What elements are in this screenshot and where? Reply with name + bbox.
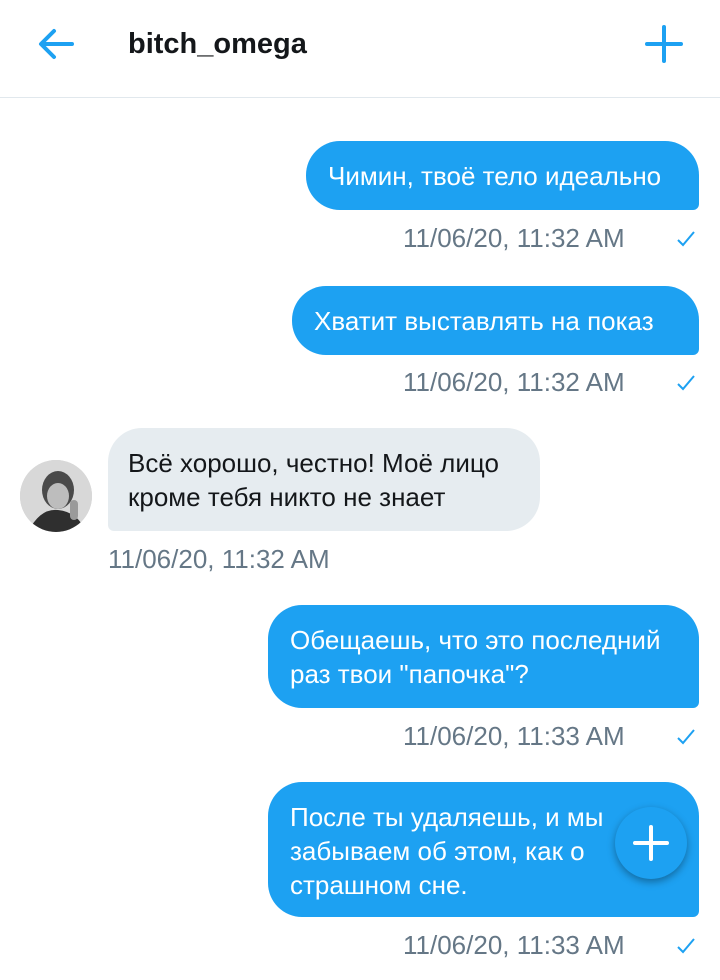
conversation-header: bitch_omega	[0, 0, 720, 98]
message-bubble-outgoing[interactable]: Хватит выставлять на показ	[292, 286, 699, 355]
add-button[interactable]	[642, 22, 686, 66]
message-text-line: Обещаешь, что это последний	[290, 625, 661, 655]
arrow-left-icon	[39, 29, 74, 59]
checkmark-icon	[677, 375, 695, 391]
back-button[interactable]	[34, 24, 78, 64]
message-timestamp: 11/06/20, 11:32 AM	[403, 223, 625, 253]
message-bubble-outgoing[interactable]: Обещаешь, что это последний раз твои "па…	[268, 605, 699, 708]
message-timestamp: 11/06/20, 11:33 AM	[403, 930, 625, 960]
checkmark-icon	[677, 231, 695, 247]
message-bubble-outgoing[interactable]: Чимин, твоё тело идеально	[306, 141, 699, 210]
message-timestamp: 11/06/20, 11:32 AM	[403, 367, 625, 397]
message-text-line: кроме тебя никто не знает	[128, 482, 446, 512]
conversation-title: bitch_omega	[128, 28, 307, 60]
checkmark-icon	[677, 938, 695, 954]
avatar[interactable]	[20, 460, 92, 532]
message-timestamp: 11/06/20, 11:32 AM	[108, 544, 330, 574]
message-text: Хватит выставлять на показ	[314, 306, 654, 336]
checkmark-icon	[677, 729, 695, 745]
plus-icon	[633, 825, 669, 861]
message-text-line: Всё хорошо, честно! Моё лицо	[128, 448, 499, 478]
message-bubble-incoming[interactable]: Всё хорошо, честно! Моё лицо кроме тебя …	[108, 428, 540, 531]
user-photo-icon	[20, 460, 92, 532]
compose-fab-button[interactable]	[615, 807, 687, 879]
plus-icon	[645, 25, 683, 63]
message-text: Чимин, твоё тело идеально	[328, 161, 662, 191]
message-timestamp: 11/06/20, 11:33 AM	[403, 721, 625, 751]
message-text-line: раз твои "папочка"?	[290, 659, 529, 689]
